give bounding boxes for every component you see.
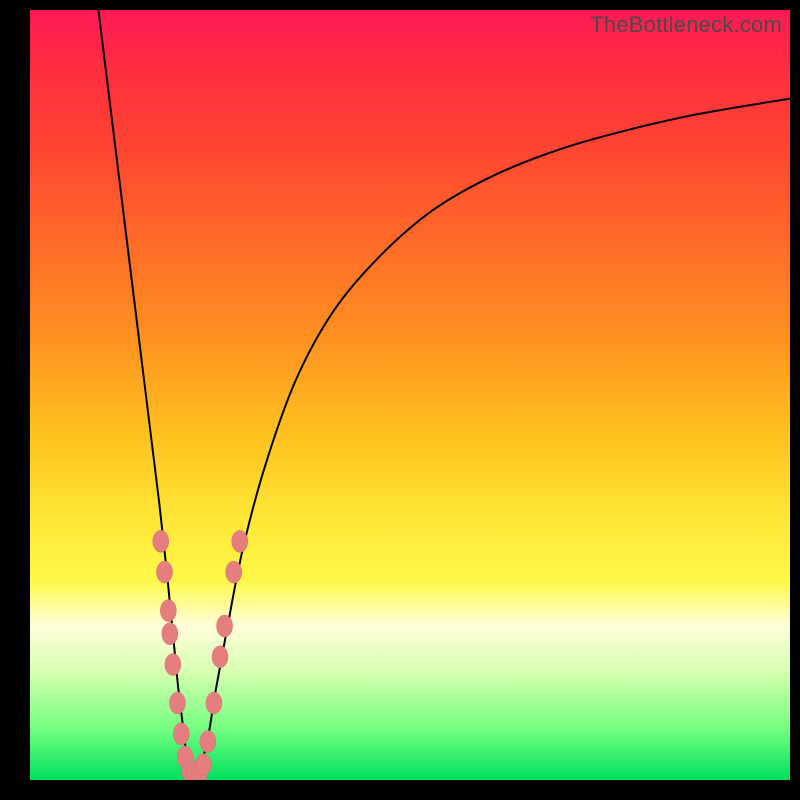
highlight-dots (153, 530, 248, 780)
data-dot (153, 530, 169, 552)
data-dot (206, 692, 222, 714)
plot-area: TheBottleneck.com (30, 10, 790, 780)
chart-svg (30, 10, 790, 780)
right-curve (193, 99, 790, 777)
data-dot (160, 600, 176, 622)
data-dot (169, 692, 185, 714)
data-dot (217, 615, 233, 637)
data-dot (195, 754, 211, 776)
data-dot (226, 561, 242, 583)
data-dot (157, 561, 173, 583)
data-dot (200, 731, 216, 753)
data-dot (162, 623, 178, 645)
data-dot (165, 654, 181, 676)
chart-frame: TheBottleneck.com (0, 0, 800, 800)
data-dot (212, 646, 228, 668)
data-dot (232, 530, 248, 552)
data-dot (173, 723, 189, 745)
